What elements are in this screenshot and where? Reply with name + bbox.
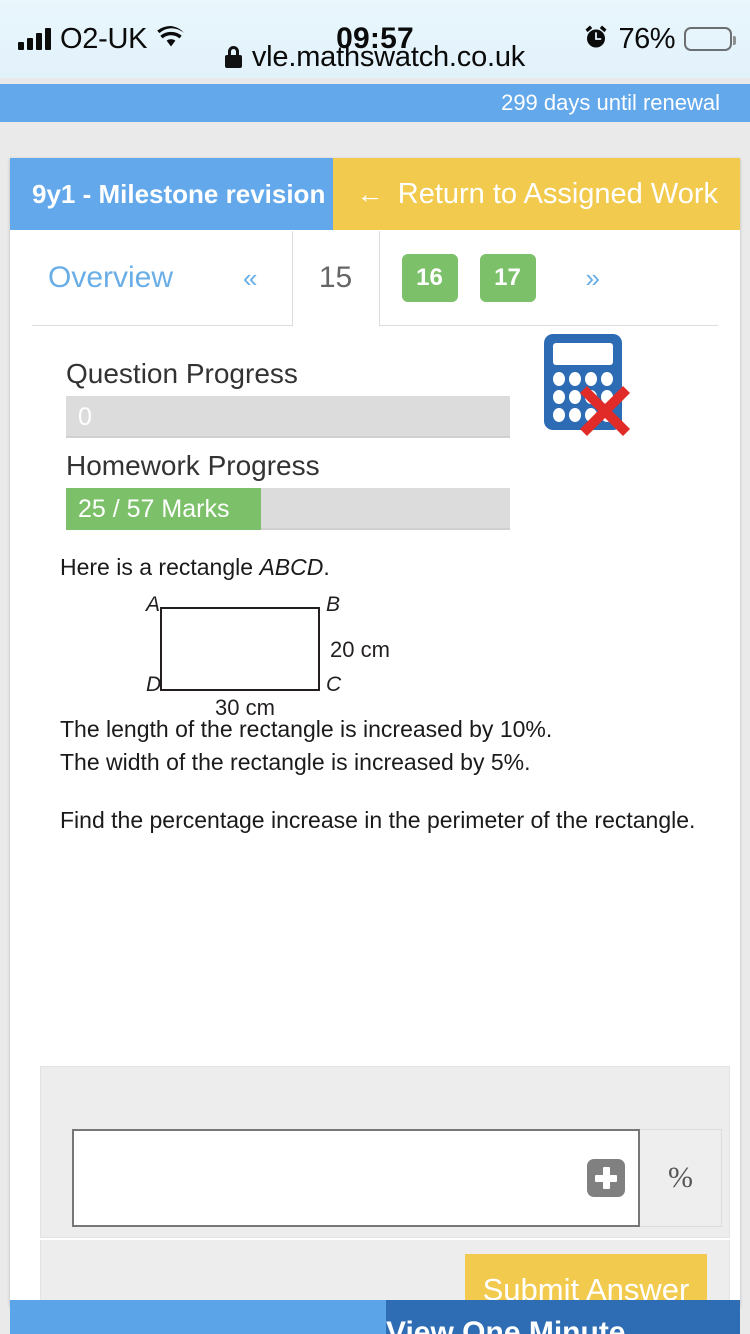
renewal-banner: 299 days until renewal [0,84,750,122]
question-intro-shape: ABCD [259,554,324,580]
plus-icon[interactable] [587,1159,625,1197]
rectangle-figure: A B C D 20 cm 30 cm [40,593,710,720]
vertex-label-c: C [326,673,342,696]
bottom-action-bars: Percentage Change View One Minute Versio… [10,1300,740,1334]
figure-width-label: 30 cm [215,695,275,720]
homework-progress-label: Homework Progress [66,450,320,481]
vertex-label-b: B [326,593,341,616]
percentage-change-button[interactable]: Percentage Change [10,1300,386,1334]
vertex-label-d: D [146,673,162,696]
tab-question-current[interactable]: 15 [291,230,380,327]
next-page-chevron-icon[interactable]: » [586,263,600,294]
arrow-left-icon: ← [356,178,384,209]
browser-url-bar[interactable]: vle.mathswatch.co.uk [0,32,750,82]
answer-area: % [40,1066,730,1238]
question-line-3: Find the percentage increase in the peri… [60,807,696,834]
question-progress-bar: 0 [66,396,510,438]
screen: O2-UK 09:57 76% vle.mathswatch.co.uk 299… [0,0,750,1334]
prev-page-chevron-icon[interactable]: « [243,263,257,294]
rectangle-shape [160,607,320,691]
url-label: vle.mathswatch.co.uk [251,40,526,73]
red-cross-icon [580,386,630,436]
panel-header: 9y1 - Milestone revision (2 ← Return to … [10,158,740,230]
question-line-1: The length of the rectangle is increased… [60,716,553,742]
calculator-not-allowed-icon [544,334,630,436]
question-intro: Here is a rectangle ABCD. [60,554,710,581]
question-progress-value: 0 [78,403,92,431]
answer-row: % [72,1129,722,1227]
page-body: 9y1 - Milestone revision (2 ← Return to … [0,122,750,1334]
return-button-label: Return to Assigned Work [397,177,718,210]
vertex-label-a: A [146,593,161,616]
tab-question-17[interactable]: 17 [479,254,536,302]
question-intro-prefix: Here is a rectangle [60,554,260,580]
answer-unit-label: % [640,1129,722,1227]
question-intro-suffix: . [323,554,330,580]
view-one-minute-version-button[interactable]: View One Minute Version [386,1300,740,1334]
figure-height-label: 20 cm [330,637,390,662]
question-tab-strip: Overview « 15 16 17 » [10,230,740,327]
tab-question-16[interactable]: 16 [401,254,458,302]
question-line-2: The width of the rectangle is increased … [60,748,531,775]
homework-progress-value: 25 / 57 Marks [78,495,230,523]
return-to-assigned-work-button[interactable]: ← Return to Assigned Work [332,158,740,230]
tab-overview[interactable]: Overview [32,261,173,295]
answer-input[interactable] [72,1129,640,1227]
renewal-label: 299 days until renewal [501,90,720,115]
question-content: Question Progress 0 Homework Progress 25… [10,326,740,837]
lock-icon [224,46,242,68]
homework-progress-bar: 25 / 57 Marks [66,488,510,530]
assignment-card: 9y1 - Milestone revision (2 ← Return to … [10,158,740,1334]
